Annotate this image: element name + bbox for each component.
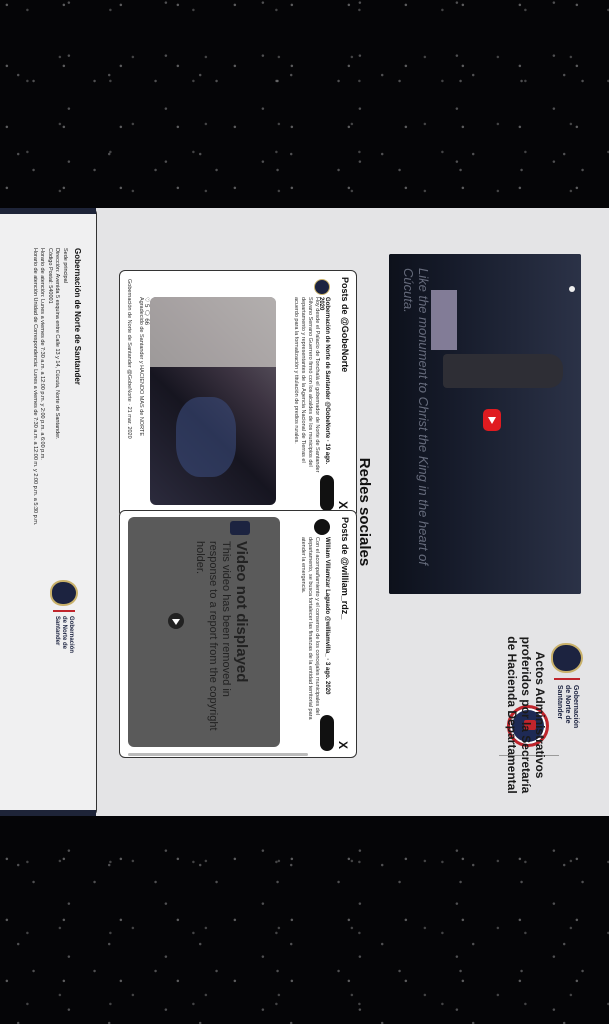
footer-logo[interactable]: Gobernación de Norte de Santander	[50, 580, 78, 660]
hero-caption: Like the monument to Christ the King in …	[401, 268, 431, 566]
hero-city-lights	[431, 290, 457, 350]
acts-title-link[interactable]: Actos Administrativos proferidos por la …	[505, 630, 547, 800]
youtube-play-icon[interactable]	[483, 409, 501, 431]
logo-line-3: Santander	[54, 616, 61, 646]
footer-line: Horario de atención: Lunes a viernes de …	[39, 248, 46, 460]
coat-of-arms-icon	[551, 643, 583, 673]
footer-logo-text: Gobernación de Norte de Santander	[54, 616, 75, 660]
logo-divider	[554, 678, 580, 680]
post-stats[interactable]: ♡ 5 🗨 66	[143, 297, 150, 325]
post-text: Con el acompañamiento y el consenso de l…	[300, 537, 320, 720]
video-unavailable-title: Video not displayed	[233, 541, 250, 683]
logo-line-2: de Norte de	[564, 685, 571, 724]
footer-org-name: Gobernación de Norte de Santander	[73, 248, 82, 385]
page-content: Gobernación de Norte de Santander Actos …	[0, 208, 609, 816]
logo-line-1: Gobernación	[68, 616, 75, 654]
follow-button[interactable]	[320, 475, 334, 511]
card-title: Posts de @william_rdz_	[340, 517, 350, 620]
footer-edge-right	[0, 810, 96, 816]
logo-line-3: Santander	[556, 685, 563, 720]
gobernacion-logo-text: Gobernación de Norte de Santander	[555, 685, 579, 733]
footer: Gobernación de Norte de Santander Sede p…	[0, 208, 97, 816]
hero-monument-figure	[443, 354, 563, 388]
card-scrollbar[interactable]	[128, 753, 308, 756]
twitter-card-william: Posts de @william_rdz_ X William Villami…	[119, 510, 357, 758]
gobernacion-logo[interactable]: Gobernación de Norte de Santander	[551, 643, 583, 733]
x-logo-icon[interactable]: X	[336, 501, 350, 509]
post-author[interactable]: William Villamizar Laguado @williamvilla…	[324, 537, 330, 707]
next-post-author[interactable]: Gobernación de Norte de Santander @GobeN…	[126, 279, 132, 499]
card-title: Posts de @GobeNorte	[340, 277, 350, 373]
social-section-title: Redes sociales	[356, 457, 373, 567]
twitter-card-gobenorte: Posts de @GobeNorte X Gobernación de Nor…	[119, 270, 357, 518]
logo-line-1: Gobernación	[572, 685, 579, 729]
post-text: Hoy desde el Palacio de Tonchalá el gobe…	[293, 297, 320, 473]
video-unavailable-message: This video has been removed in response …	[194, 541, 232, 731]
rotated-page-viewport: Gobernación de Norte de Santander Actos …	[0, 208, 609, 816]
play-icon[interactable]	[168, 613, 184, 629]
x-logo-icon[interactable]: X	[336, 741, 350, 749]
logo-line-2: de Norte de	[61, 616, 68, 650]
post-image[interactable]	[150, 297, 276, 505]
avatar[interactable]	[314, 519, 330, 535]
footer-line: Horario de atención Unidad de Correspond…	[32, 248, 38, 526]
hero-moon	[569, 286, 575, 292]
post-meta: Agradecido de Santander y HACIENDO MAS d…	[138, 297, 144, 436]
video-logo-icon	[230, 521, 250, 535]
footer-edge-left	[0, 208, 96, 214]
logo-divider	[53, 610, 75, 612]
follow-button[interactable]	[320, 715, 334, 751]
avatar[interactable]	[314, 279, 330, 295]
coat-of-arms-icon	[50, 580, 78, 606]
hero-video[interactable]: Like the monument to Christ the King in …	[389, 254, 581, 594]
video-unavailable[interactable]: Video not displayed This video has been …	[128, 517, 280, 747]
